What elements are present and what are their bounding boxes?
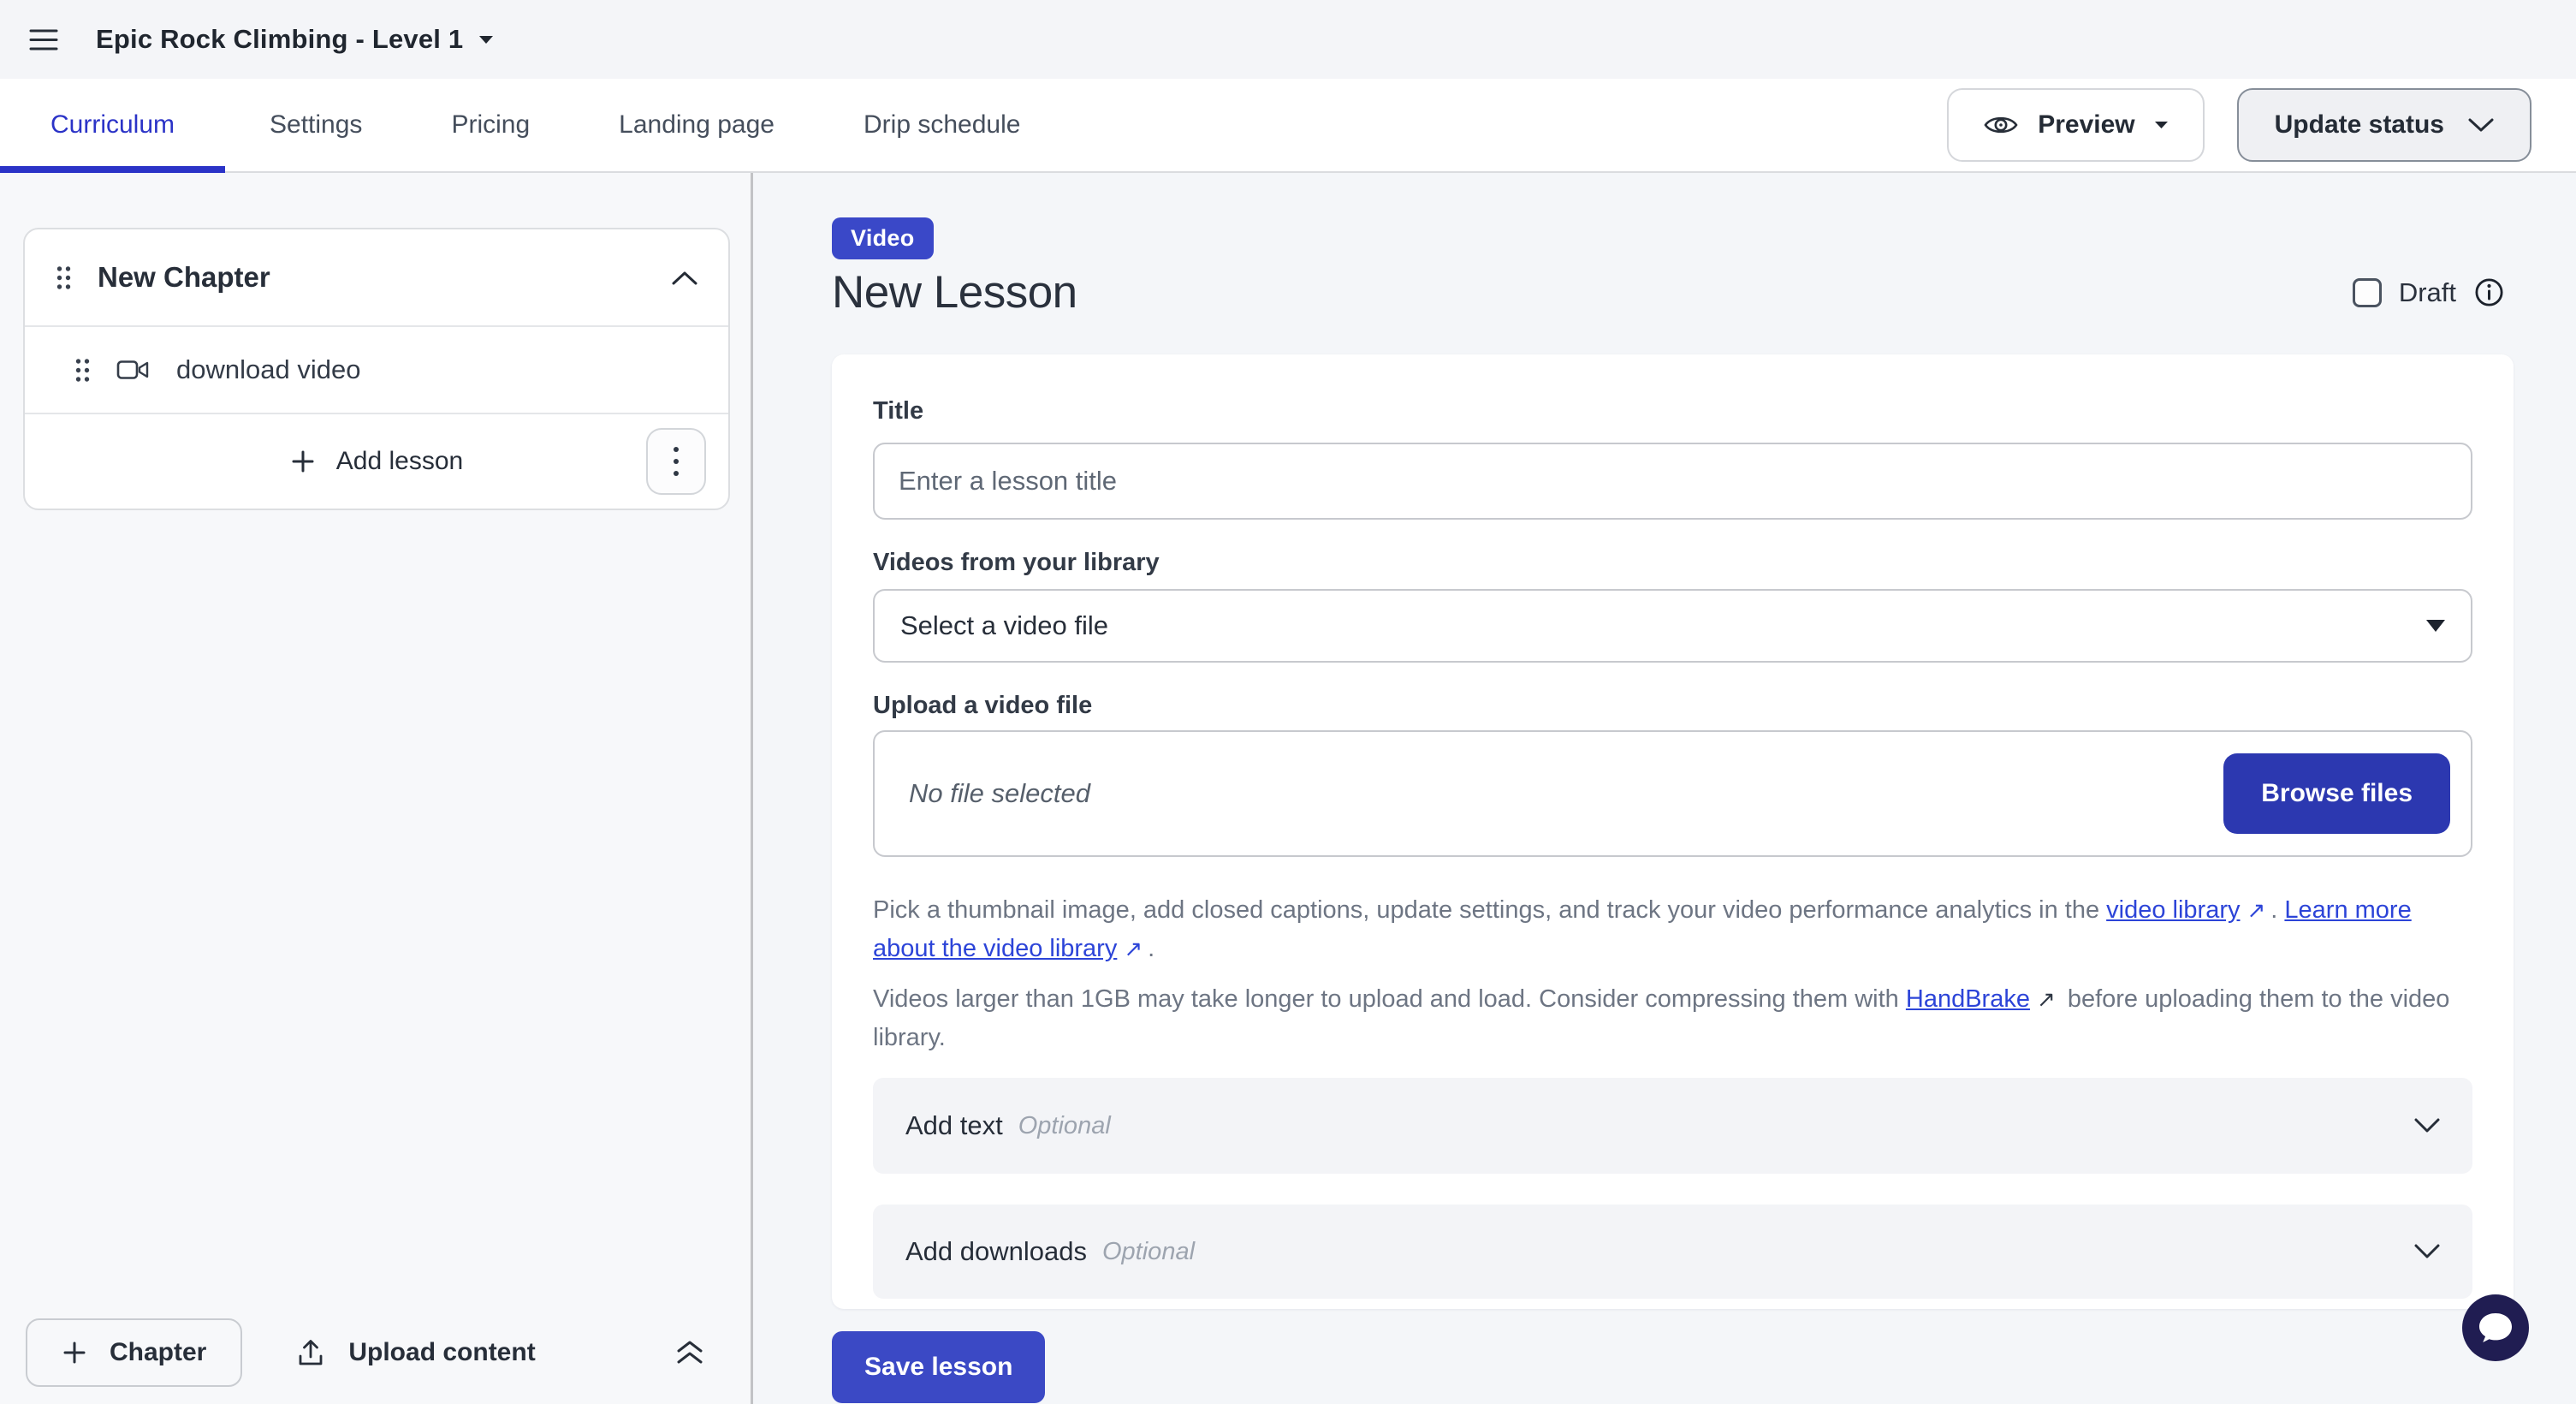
chevron-up-icon[interactable] — [672, 271, 697, 285]
video-select[interactable]: Select a video file — [873, 589, 2472, 663]
lesson-title-input[interactable] — [873, 443, 2472, 520]
content: New Chapter download video — [0, 173, 2576, 1404]
video-camera-icon — [116, 358, 151, 382]
double-chevron-up-icon[interactable] — [675, 1340, 704, 1365]
help-text: Videos larger than 1GB may take longer t… — [873, 985, 1906, 1013]
heading-row: New Lesson Draft — [832, 266, 2514, 318]
upload-label: Upload a video file — [873, 692, 2472, 720]
chapter-footer: Add lesson — [25, 414, 728, 509]
save-lesson-button[interactable]: Save lesson — [832, 1331, 1045, 1403]
external-link-icon: ↗ — [1124, 930, 1143, 968]
add-text-label: Add text — [905, 1110, 1003, 1141]
preview-button-label: Preview — [2038, 110, 2134, 140]
upload-field: Upload a video file No file selected Bro… — [873, 692, 2472, 857]
tab-drip-schedule[interactable]: Drip schedule — [819, 79, 1065, 171]
hamburger-menu-icon[interactable] — [29, 28, 58, 51]
chapter-title: New Chapter — [98, 261, 270, 294]
video-library-label: Videos from your library — [873, 549, 2472, 577]
preview-button[interactable]: Preview — [1947, 88, 2204, 162]
add-lesson-label: Add lesson — [336, 447, 463, 476]
add-downloads-accordion[interactable]: Add downloads Optional — [873, 1205, 2472, 1299]
caret-down-icon — [2426, 620, 2445, 632]
chevron-down-icon — [2414, 1244, 2440, 1259]
app: Epic Rock Climbing - Level 1 Curriculum … — [0, 0, 2576, 1404]
plus-icon — [62, 1340, 87, 1365]
help-text: . — [2270, 896, 2284, 924]
add-chapter-button[interactable]: Chapter — [26, 1318, 242, 1387]
chapter-header: New Chapter — [25, 229, 728, 325]
tabs: Curriculum Settings Pricing Landing page… — [0, 79, 1065, 171]
eye-icon — [1983, 112, 2019, 138]
optional-label: Optional — [1102, 1238, 1195, 1266]
help-text: . — [1148, 935, 1154, 962]
curriculum-sidebar: New Chapter download video — [0, 173, 753, 1404]
caret-down-icon — [2154, 121, 2169, 129]
top-bar: Epic Rock Climbing - Level 1 — [0, 0, 2576, 79]
course-switcher[interactable]: Epic Rock Climbing - Level 1 — [96, 24, 494, 55]
page-title: New Lesson — [832, 266, 1077, 318]
lesson-form-card: Title Videos from your library Select a … — [832, 354, 2514, 1309]
add-lesson-button[interactable]: Add lesson — [290, 447, 463, 476]
chat-widget-button[interactable] — [2462, 1294, 2529, 1361]
plus-icon — [290, 449, 316, 474]
toolbar-actions: Preview Update status — [1947, 79, 2576, 171]
draft-label: Draft — [2399, 277, 2456, 308]
add-downloads-label: Add downloads — [905, 1236, 1087, 1267]
title-label: Title — [873, 397, 2472, 425]
compression-help-text: Videos larger than 1GB may take longer t… — [873, 980, 2472, 1057]
external-link-icon: ↗ — [2247, 891, 2265, 930]
drag-handle-icon[interactable] — [56, 265, 72, 291]
update-status-label: Update status — [2275, 110, 2444, 140]
title-field: Title — [873, 397, 2472, 520]
video-library-link[interactable]: video library — [2106, 896, 2240, 924]
upload-content-button[interactable]: Upload content — [295, 1337, 535, 1368]
chevron-down-icon — [2414, 1118, 2440, 1133]
help-text: Pick a thumbnail image, add closed capti… — [873, 896, 2106, 924]
add-chapter-label: Chapter — [110, 1338, 206, 1367]
upload-content-label: Upload content — [348, 1338, 535, 1367]
lesson-editor: Video New Lesson Draft Title Videos f — [753, 173, 2576, 1404]
tab-landing-page[interactable]: Landing page — [574, 79, 819, 171]
kebab-menu-icon — [673, 445, 680, 478]
file-upload-box: No file selected Browse files — [873, 730, 2472, 857]
drag-handle-icon[interactable] — [74, 357, 91, 384]
draft-checkbox[interactable] — [2353, 278, 2382, 307]
video-select-value: Select a video file — [900, 610, 1108, 641]
draft-toggle-group: Draft — [2353, 277, 2505, 308]
update-status-button[interactable]: Update status — [2237, 88, 2531, 162]
tab-curriculum[interactable]: Curriculum — [0, 79, 225, 171]
browse-files-button[interactable]: Browse files — [2223, 753, 2450, 834]
no-file-text: No file selected — [909, 778, 1090, 809]
info-icon[interactable] — [2473, 277, 2505, 308]
lesson-type-badge: Video — [832, 217, 934, 259]
video-help-text: Pick a thumbnail image, add closed capti… — [873, 891, 2472, 968]
lesson-item[interactable]: download video — [25, 327, 728, 413]
chapter-card: New Chapter download video — [23, 228, 730, 510]
caret-down-icon — [478, 35, 494, 45]
sidebar-footer: Chapter Upload content — [0, 1312, 751, 1394]
add-text-accordion[interactable]: Add text Optional — [873, 1078, 2472, 1174]
optional-label: Optional — [1018, 1112, 1111, 1140]
lesson-title: download video — [176, 354, 360, 385]
chat-bubble-icon — [2476, 1310, 2515, 1346]
tab-settings[interactable]: Settings — [225, 79, 407, 171]
tab-bar: Curriculum Settings Pricing Landing page… — [0, 79, 2576, 173]
chevron-down-icon — [2468, 118, 2494, 133]
handbrake-link[interactable]: HandBrake — [1906, 985, 2030, 1013]
video-library-field: Videos from your library Select a video … — [873, 549, 2472, 663]
chapter-options-button[interactable] — [646, 428, 706, 495]
external-link-icon: ↗ — [2037, 980, 2056, 1019]
tab-pricing[interactable]: Pricing — [407, 79, 574, 171]
course-title: Epic Rock Climbing - Level 1 — [96, 24, 463, 55]
upload-icon — [295, 1337, 326, 1368]
